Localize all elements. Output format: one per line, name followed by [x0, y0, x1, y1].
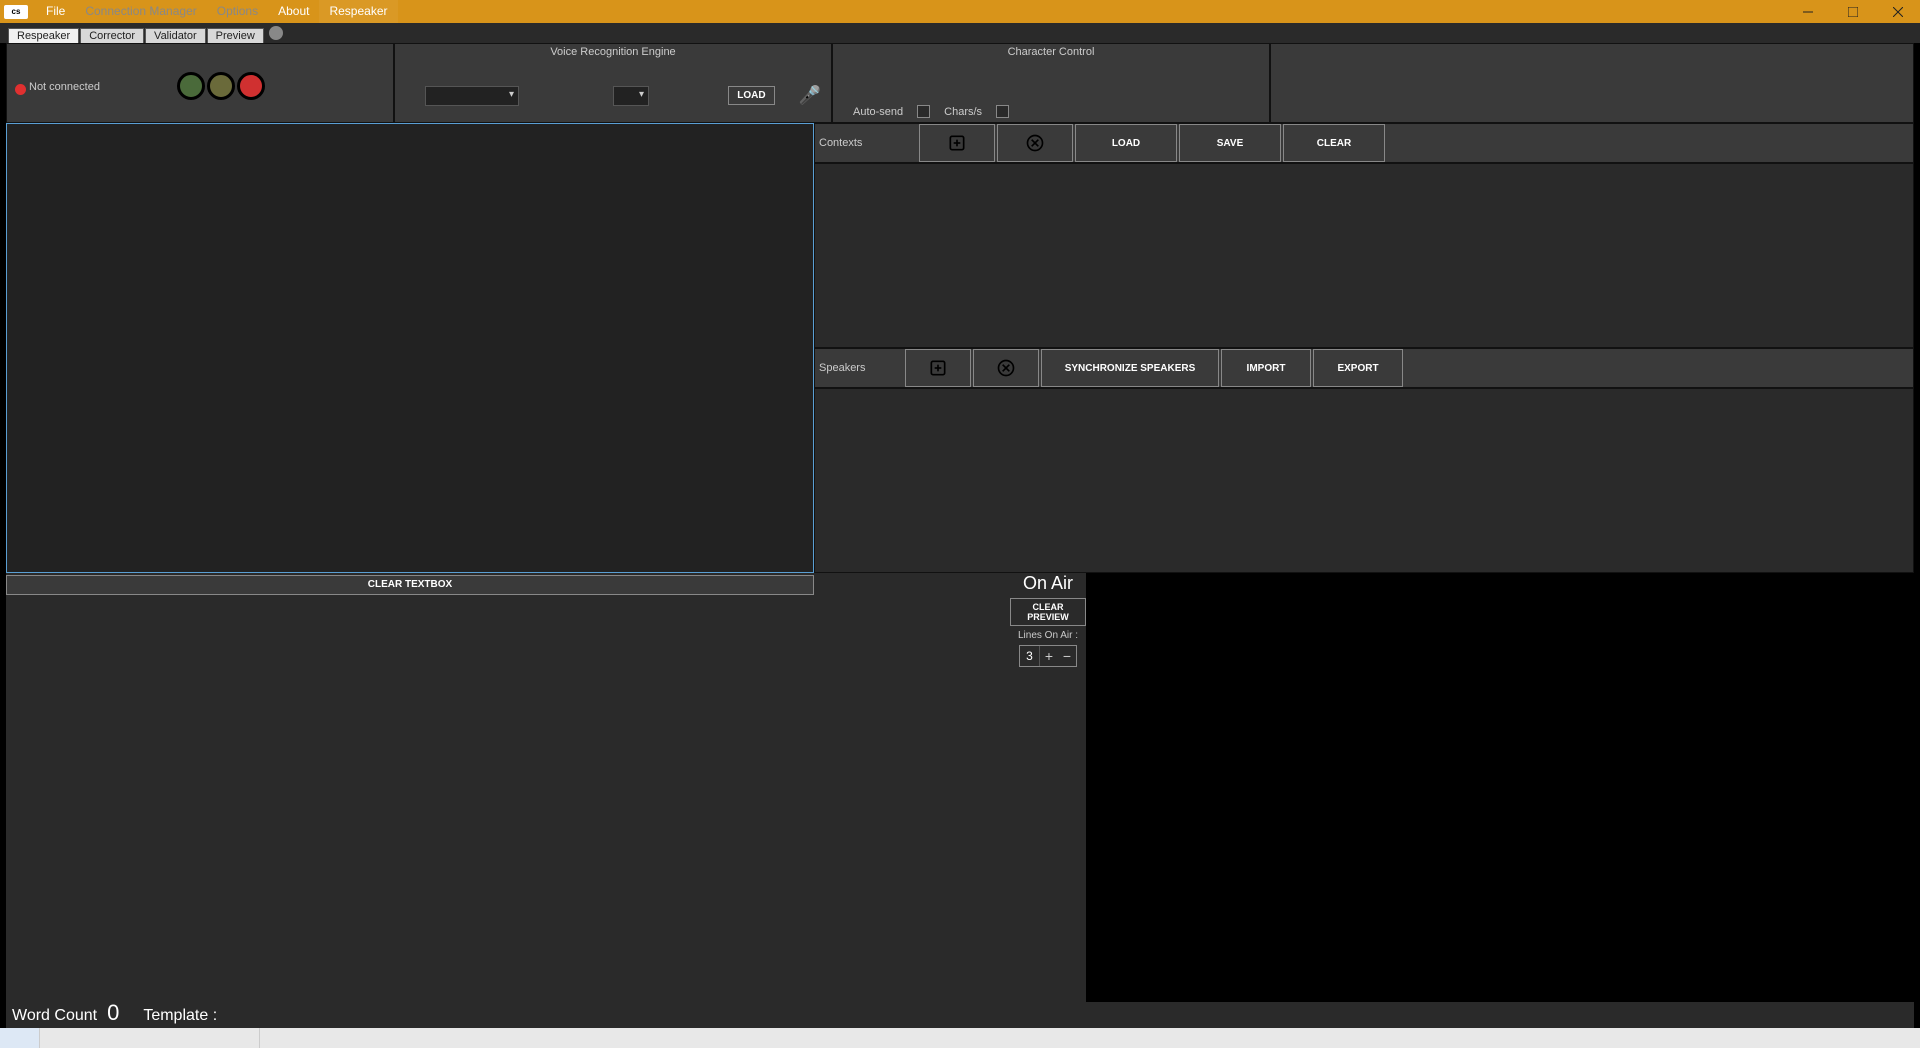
contexts-clear-button[interactable]: CLEAR: [1283, 124, 1385, 162]
cc-title: Character Control: [833, 44, 1269, 58]
vre-load-button[interactable]: LOAD: [728, 86, 774, 105]
speakers-label: Speakers: [815, 362, 905, 374]
vre-engine-select[interactable]: [425, 86, 519, 106]
main-textbox[interactable]: [6, 123, 814, 573]
signal-green-icon[interactable]: [177, 72, 205, 100]
auto-send-label: Auto-send: [853, 106, 903, 118]
contexts-save-button[interactable]: SAVE: [1179, 124, 1281, 162]
window-maximize-button[interactable]: [1830, 0, 1875, 23]
microphone-icon[interactable]: 🎤: [799, 85, 821, 106]
character-control-panel: Character Control Auto-send Chars/s: [832, 43, 1270, 123]
speakers-remove-button[interactable]: [973, 349, 1039, 387]
contexts-remove-button[interactable]: [997, 124, 1073, 162]
on-air-title: On Air: [1010, 573, 1086, 594]
vre-lang-select[interactable]: [613, 86, 649, 106]
tab-close-icon[interactable]: [269, 26, 283, 40]
contexts-label: Contexts: [815, 137, 919, 149]
blank-panel: [1270, 43, 1914, 123]
lines-on-air-label: Lines On Air :: [1010, 630, 1086, 641]
tab-respeaker[interactable]: Respeaker: [8, 28, 79, 43]
voice-recognition-panel: Voice Recognition Engine LOAD 🎤: [394, 43, 832, 123]
menu-about[interactable]: About: [268, 0, 319, 23]
tab-validator[interactable]: Validator: [145, 28, 206, 43]
window-close-button[interactable]: [1875, 0, 1920, 23]
speakers-add-button[interactable]: [905, 349, 971, 387]
menu-file[interactable]: File: [36, 0, 75, 23]
app-title: Respeaker: [319, 0, 397, 23]
template-label: Template :: [143, 1007, 217, 1025]
menu-connection-manager[interactable]: Connection Manager: [75, 0, 206, 23]
lines-increment-button[interactable]: +: [1040, 646, 1058, 666]
contexts-load-button[interactable]: LOAD: [1075, 124, 1177, 162]
speakers-export-button[interactable]: EXPORT: [1313, 349, 1403, 387]
auto-send-checkbox[interactable]: [917, 105, 930, 118]
chars-s-checkbox[interactable]: [996, 105, 1009, 118]
word-count-value: 0: [107, 1000, 119, 1026]
status-text: Not connected: [29, 81, 100, 93]
os-taskbar[interactable]: [0, 1028, 1920, 1048]
window-minimize-button[interactable]: [1785, 0, 1830, 23]
speakers-import-button[interactable]: IMPORT: [1221, 349, 1311, 387]
signal-red-icon[interactable]: [237, 72, 265, 100]
app-body: Not connected Voice Recognition Engine L…: [6, 43, 1914, 1028]
contexts-list[interactable]: [814, 163, 1914, 348]
on-air-panel: On Air CLEAR PREVIEW Lines On Air : 3 + …: [1010, 573, 1086, 667]
menu-options[interactable]: Options: [207, 0, 268, 23]
tab-strip: Respeaker Corrector Validator Preview: [0, 23, 1920, 43]
title-bar: cs File Connection Manager Options About…: [0, 0, 1920, 23]
clear-textbox-button[interactable]: CLEAR TEXTBOX: [6, 575, 814, 595]
status-indicator-icon: [15, 84, 26, 95]
footer-status: Word Count 0 Template :: [12, 1000, 217, 1026]
preview-area: [1086, 573, 1914, 1002]
chars-s-label: Chars/s: [944, 106, 982, 118]
lines-decrement-button[interactable]: −: [1058, 646, 1076, 666]
contexts-add-button[interactable]: [919, 124, 995, 162]
lines-on-air-value: 3: [1020, 646, 1040, 666]
vre-title: Voice Recognition Engine: [395, 44, 831, 58]
speakers-sync-button[interactable]: SYNCHRONIZE SPEAKERS: [1041, 349, 1219, 387]
tab-preview[interactable]: Preview: [207, 28, 264, 43]
signal-yellow-icon[interactable]: [207, 72, 235, 100]
word-count-label: Word Count: [12, 1007, 97, 1025]
app-logo: cs: [4, 5, 28, 19]
tab-corrector[interactable]: Corrector: [80, 28, 144, 43]
speakers-list[interactable]: [814, 388, 1914, 573]
clear-preview-button[interactable]: CLEAR PREVIEW: [1010, 598, 1086, 626]
lines-on-air-stepper: 3 + −: [1019, 645, 1077, 667]
connection-status-panel: Not connected: [6, 43, 394, 123]
